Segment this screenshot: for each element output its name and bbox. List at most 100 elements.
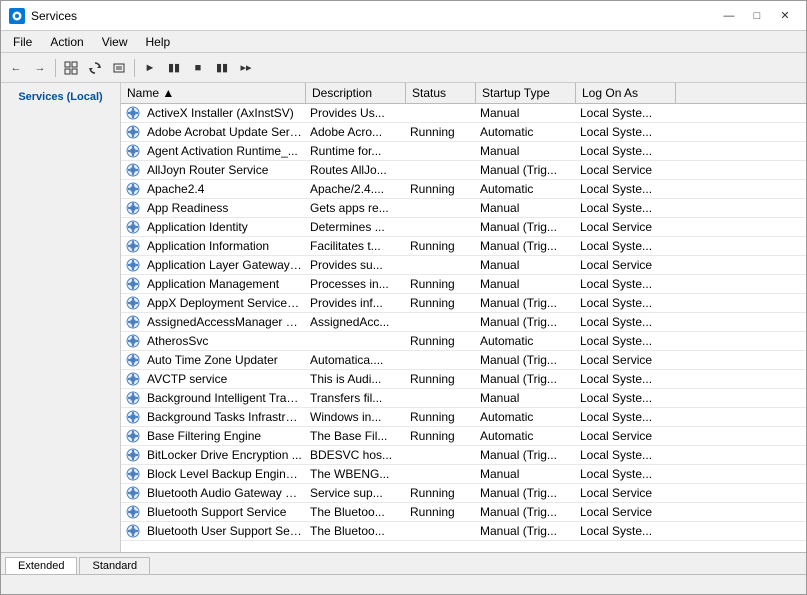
tb-pause2-button[interactable]: ▮▮ <box>211 57 233 79</box>
table-row[interactable]: Bluetooth Audio Gateway S...Service sup.… <box>121 484 806 503</box>
table-row[interactable]: Block Level Backup Engine ...The WBENG..… <box>121 465 806 484</box>
service-description: Facilitates t... <box>306 239 406 253</box>
service-name: ActiveX Installer (AxInstSV) <box>143 106 306 120</box>
col-header-description[interactable]: Description <box>306 83 406 103</box>
table-row[interactable]: Application InformationFacilitates t...R… <box>121 237 806 256</box>
service-icon <box>123 277 143 291</box>
maximize-button[interactable]: □ <box>744 7 770 25</box>
tb-refresh-button[interactable] <box>84 57 106 79</box>
service-description: Runtime for... <box>306 144 406 158</box>
col-header-status[interactable]: Status <box>406 83 476 103</box>
list-header: Name ▲ Description Status Startup Type L… <box>121 83 806 104</box>
tb-view-button[interactable] <box>60 57 82 79</box>
service-description: The Base Fil... <box>306 429 406 443</box>
service-logon-as: Local Syste... <box>576 125 676 139</box>
table-row[interactable]: App ReadinessGets apps re...ManualLocal … <box>121 199 806 218</box>
menu-help[interactable]: Help <box>138 33 179 51</box>
service-description: Transfers fil... <box>306 391 406 405</box>
table-row[interactable]: Adobe Acrobat Update Serv...Adobe Acro..… <box>121 123 806 142</box>
service-name: Bluetooth User Support Ser... <box>143 524 306 538</box>
service-name: Background Tasks Infrastruc... <box>143 410 306 424</box>
menu-action[interactable]: Action <box>42 33 91 51</box>
tb-pause-button[interactable]: ▮▮ <box>163 57 185 79</box>
left-panel-title[interactable]: Services (Local) <box>16 87 104 107</box>
service-icon <box>123 182 143 196</box>
minimize-button[interactable]: — <box>716 7 742 25</box>
service-status: Running <box>406 125 476 139</box>
service-description: Routes AllJo... <box>306 163 406 177</box>
service-icon <box>123 391 143 405</box>
service-icon <box>123 258 143 272</box>
service-description: Processes in... <box>306 277 406 291</box>
service-description: Provides inf... <box>306 296 406 310</box>
table-row[interactable]: AtherosSvcRunningAutomaticLocal Syste... <box>121 332 806 351</box>
service-description: Apache/2.4.... <box>306 182 406 196</box>
service-name: Block Level Backup Engine ... <box>143 467 306 481</box>
tb-forward-button[interactable]: → <box>29 57 51 79</box>
tb-restart-button[interactable]: ▸▸ <box>235 57 257 79</box>
service-name: AppX Deployment Service (... <box>143 296 306 310</box>
table-row[interactable]: BitLocker Drive Encryption ...BDESVC hos… <box>121 446 806 465</box>
tb-play-button[interactable]: ► <box>139 57 161 79</box>
tb-back-button[interactable]: ← <box>5 57 27 79</box>
service-status: Running <box>406 505 476 519</box>
table-row[interactable]: Agent Activation Runtime_...Runtime for.… <box>121 142 806 161</box>
service-logon-as: Local Syste... <box>576 201 676 215</box>
service-status: Running <box>406 410 476 424</box>
service-logon-as: Local Service <box>576 505 676 519</box>
table-row[interactable]: Bluetooth Support ServiceThe Bluetoo...R… <box>121 503 806 522</box>
service-icon <box>123 410 143 424</box>
col-header-startup-type[interactable]: Startup Type <box>476 83 576 103</box>
service-icon <box>123 239 143 253</box>
table-row[interactable]: Background Tasks Infrastruc...Windows in… <box>121 408 806 427</box>
table-row[interactable]: Application Layer Gateway ...Provides su… <box>121 256 806 275</box>
service-name: BitLocker Drive Encryption ... <box>143 448 306 462</box>
service-status: Running <box>406 277 476 291</box>
table-row[interactable]: ActiveX Installer (AxInstSV)Provides Us.… <box>121 104 806 123</box>
table-row[interactable]: Application IdentityDetermines ...Manual… <box>121 218 806 237</box>
menu-view[interactable]: View <box>94 33 136 51</box>
table-row[interactable]: AVCTP serviceThis is Audi...RunningManua… <box>121 370 806 389</box>
table-row[interactable]: AssignedAccessManager Se...AssignedAcc..… <box>121 313 806 332</box>
service-startup-type: Manual (Trig... <box>476 296 576 310</box>
close-button[interactable]: ✕ <box>772 7 798 25</box>
tab-standard[interactable]: Standard <box>79 557 150 574</box>
service-name: Bluetooth Support Service <box>143 505 306 519</box>
main-area: Services (Local) Name ▲ Description Stat… <box>1 83 806 552</box>
service-description: Gets apps re... <box>306 201 406 215</box>
col-header-name[interactable]: Name ▲ <box>121 83 306 103</box>
service-name: Application Management <box>143 277 306 291</box>
table-row[interactable]: Auto Time Zone UpdaterAutomatica....Manu… <box>121 351 806 370</box>
service-icon <box>123 524 143 538</box>
table-row[interactable]: Application ManagementProcesses in...Run… <box>121 275 806 294</box>
right-panel: Name ▲ Description Status Startup Type L… <box>121 83 806 552</box>
tb-properties-button[interactable] <box>108 57 130 79</box>
service-description: Service sup... <box>306 486 406 500</box>
table-row[interactable]: AllJoyn Router ServiceRoutes AllJo...Man… <box>121 161 806 180</box>
table-row[interactable]: Background Intelligent Tran...Transfers … <box>121 389 806 408</box>
table-row[interactable]: AppX Deployment Service (...Provides inf… <box>121 294 806 313</box>
service-name: Apache2.4 <box>143 182 306 196</box>
service-icon <box>123 163 143 177</box>
tb-stop-button[interactable]: ■ <box>187 57 209 79</box>
table-row[interactable]: Bluetooth User Support Ser...The Bluetoo… <box>121 522 806 541</box>
table-row[interactable]: Apache2.4Apache/2.4....RunningAutomaticL… <box>121 180 806 199</box>
service-list[interactable]: ActiveX Installer (AxInstSV)Provides Us.… <box>121 104 806 552</box>
service-startup-type: Automatic <box>476 182 576 196</box>
col-header-logon-as[interactable]: Log On As <box>576 83 676 103</box>
service-logon-as: Local Service <box>576 353 676 367</box>
service-startup-type: Manual (Trig... <box>476 505 576 519</box>
table-row[interactable]: Base Filtering EngineThe Base Fil...Runn… <box>121 427 806 446</box>
service-name: Background Intelligent Tran... <box>143 391 306 405</box>
service-name: AVCTP service <box>143 372 306 386</box>
service-name: Adobe Acrobat Update Serv... <box>143 125 306 139</box>
service-logon-as: Local Service <box>576 429 676 443</box>
menu-file[interactable]: File <box>5 33 40 51</box>
service-status: Running <box>406 372 476 386</box>
service-startup-type: Manual (Trig... <box>476 220 576 234</box>
tab-extended[interactable]: Extended <box>5 557 77 574</box>
service-description: Adobe Acro... <box>306 125 406 139</box>
service-startup-type: Automatic <box>476 429 576 443</box>
service-icon <box>123 220 143 234</box>
service-startup-type: Manual (Trig... <box>476 448 576 462</box>
